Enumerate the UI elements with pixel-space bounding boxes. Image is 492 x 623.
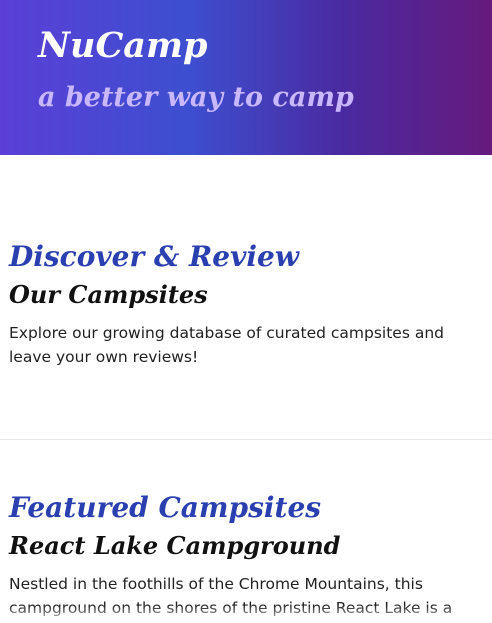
discover-review-section: Discover & Review Our Campsites Explore … [9, 239, 479, 369]
section-divider [0, 439, 492, 440]
site-header: NuCamp a better way to camp [0, 0, 492, 155]
discover-description: Explore our growing database of curated … [9, 324, 444, 366]
site-title: NuCamp [38, 25, 208, 66]
site-tagline: a better way to camp [38, 82, 354, 113]
campground-name: React Lake Campground [9, 531, 341, 560]
featured-campsites-section: Featured Campsites React Lake Campground… [9, 490, 479, 620]
campsites-subheading: Our Campsites [9, 280, 208, 309]
scroll-fade [0, 605, 492, 623]
featured-heading: Featured Campsites [9, 491, 322, 524]
discover-heading: Discover & Review [9, 240, 299, 273]
